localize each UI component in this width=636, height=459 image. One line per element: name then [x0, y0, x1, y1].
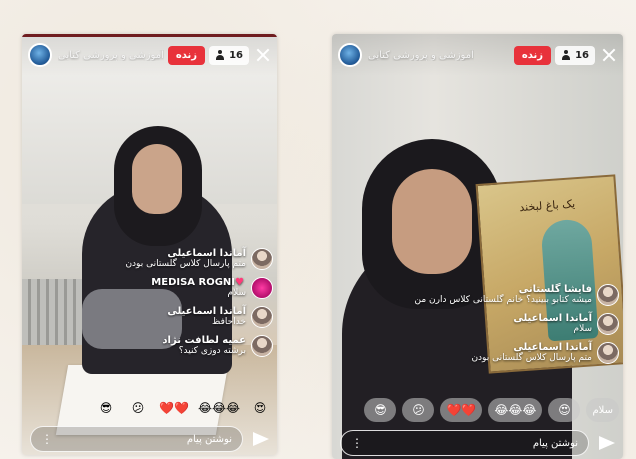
comment-item: آماندا اسماعیلی سلام — [336, 313, 619, 335]
quick-reaction-row: 😍 😂😂😂 ❤️❤️ 😕 😎 — [26, 396, 273, 420]
comment-item: ♥MEDISA ROGNI سلام — [26, 277, 273, 299]
message-input[interactable]: نوشتن پیام ⋮ — [30, 426, 243, 452]
channel-avatar[interactable] — [338, 43, 362, 67]
more-options-icon[interactable]: ⋮ — [351, 436, 363, 450]
avatar[interactable] — [251, 306, 273, 328]
emoji-cool-button[interactable]: 😎 — [93, 396, 119, 420]
viewer-count-badge[interactable]: 16 — [555, 45, 595, 65]
comment-author[interactable]: فایشا گلستانی — [414, 284, 592, 295]
comment-item: آماندا اسماعیلی متم پارسال کلاس گلستانی … — [336, 342, 619, 364]
book-title: یک باغ لبخند — [518, 197, 576, 215]
video-feed: یک باغ لبخند — [332, 34, 623, 459]
live-stream-screen-left: آموزشی و پرورشی کتابی زنده 16 آماندا اسم… — [22, 34, 277, 455]
user-icon — [561, 50, 571, 60]
comment-item: آماندا اسماعیلی خداحافظ — [26, 306, 273, 328]
comment-text: سلام — [227, 288, 246, 298]
comment-item: عمیه لطافت نژاد برشته دوزی کنید؟ — [26, 335, 273, 357]
message-bar: نوشتن پیام ⋮ — [30, 426, 271, 452]
comment-list: فایشا گلستانی میشه کتابو ببینید؟ خانم گل… — [336, 284, 619, 371]
comment-author[interactable]: آماندا اسماعیلی — [471, 342, 592, 353]
avatar[interactable] — [597, 313, 619, 335]
live-badge: زنده — [513, 45, 552, 65]
emoji-hearts-button[interactable]: ❤️❤️ — [440, 398, 483, 422]
more-options-icon[interactable]: ⋮ — [41, 432, 53, 446]
emoji-laugh-button[interactable]: 😂😂😂 — [197, 396, 241, 420]
comment-author[interactable]: آماندا اسماعیلی — [513, 313, 592, 324]
comment-author[interactable]: آماندا اسماعیلی — [125, 248, 246, 259]
message-placeholder: نوشتن پیام — [532, 437, 578, 449]
channel-avatar[interactable] — [28, 43, 52, 67]
emoji-heart-eyes-button[interactable]: 😍 — [247, 396, 273, 420]
quick-reply-salam-button[interactable]: سلام — [586, 398, 619, 422]
comment-author[interactable]: آماندا اسماعیلی — [167, 306, 246, 317]
comment-author[interactable]: عمیه لطافت نژاد — [162, 335, 246, 346]
viewer-count: 16 — [229, 49, 243, 61]
avatar[interactable] — [251, 277, 273, 299]
comment-item: فایشا گلستانی میشه کتابو ببینید؟ خانم گل… — [336, 284, 619, 306]
viewer-count: 16 — [575, 49, 589, 61]
avatar[interactable] — [251, 335, 273, 357]
comment-author[interactable]: MEDISA ROGNI — [151, 277, 235, 288]
emoji-confused-button[interactable]: 😕 — [125, 396, 151, 420]
emoji-confused-button[interactable]: 😕 — [402, 398, 435, 422]
live-badge: زنده — [167, 45, 206, 65]
emoji-cool-button[interactable]: 😎 — [364, 398, 397, 422]
comment-list: آماندا اسماعیلی متم پارسال کلاس گلستانی … — [26, 248, 273, 364]
quick-reaction-row: سلام 😍 😂😂😂 ❤️❤️ 😕 😎 — [336, 398, 619, 422]
comment-text: سلام — [573, 324, 592, 334]
close-icon[interactable] — [601, 47, 617, 63]
comment-text: متم پارسال کلاس گلستانی بودن — [125, 259, 246, 269]
avatar[interactable] — [251, 248, 273, 270]
comment-text: خداحافظ — [212, 317, 246, 327]
avatar[interactable] — [597, 284, 619, 306]
send-icon[interactable] — [251, 430, 271, 448]
channel-name[interactable]: آموزشی و پرورشی کتابی — [58, 50, 164, 61]
comment-text: برشته دوزی کنید؟ — [178, 346, 246, 356]
video-feed — [22, 34, 277, 455]
comment-text: میشه کتابو ببینید؟ خانم گلستانی کلاس دار… — [414, 295, 592, 305]
emoji-laugh-button[interactable]: 😂😂😂 — [488, 398, 543, 422]
emoji-hearts-button[interactable]: ❤️❤️ — [157, 396, 191, 420]
avatar[interactable] — [597, 342, 619, 364]
comment-item: آماندا اسماعیلی متم پارسال کلاس گلستانی … — [26, 248, 273, 270]
emoji-heart-eyes-button[interactable]: 😍 — [548, 398, 581, 422]
message-placeholder: نوشتن پیام — [186, 433, 232, 445]
channel-name[interactable]: آموزشی و پرورشی کتابی — [368, 50, 474, 61]
message-bar: نوشتن پیام ⋮ — [340, 430, 617, 456]
close-icon[interactable] — [255, 47, 271, 63]
send-icon[interactable] — [597, 434, 617, 452]
stream-topbar: آموزشی و پرورشی کتابی زنده 16 — [22, 34, 277, 76]
message-input[interactable]: نوشتن پیام ⋮ — [340, 430, 589, 456]
live-stream-screen-right: یک باغ لبخند آموزشی و پرورشی کتابی زنده … — [332, 34, 623, 459]
comment-text: متم پارسال کلاس گلستانی بودن — [471, 353, 592, 363]
user-icon — [215, 50, 225, 60]
viewer-count-badge[interactable]: 16 — [209, 45, 249, 65]
stream-topbar: آموزشی و پرورشی کتابی زنده 16 — [332, 34, 623, 76]
heart-icon: ♥ — [235, 277, 244, 288]
